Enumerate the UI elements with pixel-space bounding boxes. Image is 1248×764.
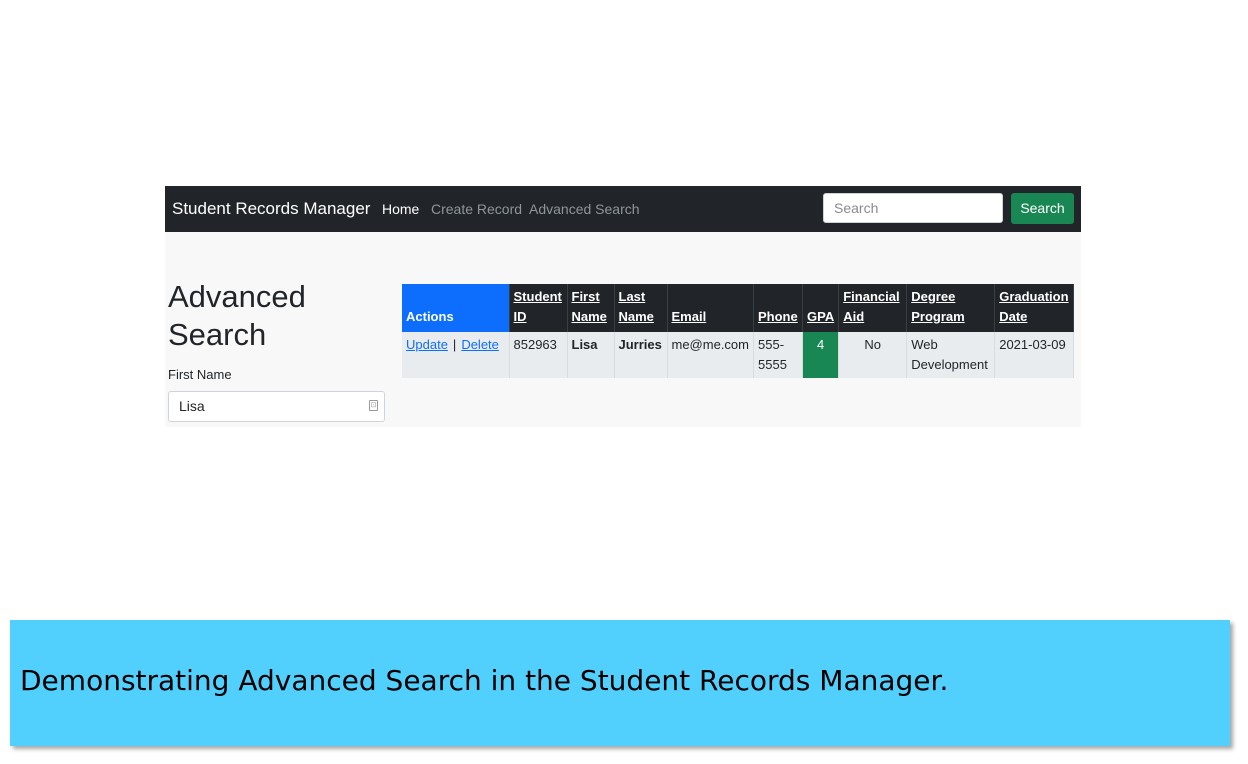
phone-cell: 555- 5555 <box>753 332 803 378</box>
nav-search-input[interactable]: Search <box>823 193 1003 223</box>
caption-banner: Demonstrating Advanced Search in the Stu… <box>10 620 1230 746</box>
navbar: Student Records Manager Home Create Reco… <box>165 186 1081 232</box>
navbar-brand[interactable]: Student Records Manager <box>172 199 370 219</box>
header-degree-program[interactable]: Degree Program <box>906 284 996 332</box>
actions-cell: Update | Delete <box>402 332 510 378</box>
results-table: Actions Student ID First Name Last Name Ema… <box>402 284 1075 378</box>
header-actions: Actions <box>402 284 510 332</box>
header-financial-aid[interactable]: Financial Aid <box>838 284 908 332</box>
table-header-row: Actions Student ID First Name Last Name Ema… <box>402 284 1075 332</box>
last-name-cell: Jurries <box>614 332 668 378</box>
financial-aid-cell: No <box>838 332 908 378</box>
header-graduation-date[interactable]: Graduation Date <box>994 284 1075 332</box>
gpa-cell: 4 <box>802 332 840 378</box>
first-name-label: First Name <box>168 367 232 382</box>
header-gpa[interactable]: GPA <box>802 284 840 332</box>
table-row: Update | Delete 852963 Lisa Jurries me@me.… <box>402 332 1075 378</box>
nav-link-advanced-search[interactable]: Advanced Search <box>529 201 640 217</box>
header-first-name[interactable]: First Name <box>567 284 615 332</box>
student-id-cell: 852963 <box>509 332 568 378</box>
update-link[interactable]: Update <box>406 337 448 352</box>
first-name-cell: Lisa <box>567 332 615 378</box>
caption-text: Demonstrating Advanced Search in the Stu… <box>20 664 949 697</box>
nav-link-create-record[interactable]: Create Record <box>431 201 522 217</box>
delete-link[interactable]: Delete <box>461 337 499 352</box>
first-name-input[interactable]: Lisa ⊡ <box>168 391 385 422</box>
header-phone[interactable]: Phone <box>753 284 803 332</box>
graduation-date-cell: 2021-03-09 <box>994 332 1075 378</box>
nav-search-button[interactable]: Search <box>1011 193 1074 224</box>
first-name-value: Lisa <box>179 398 205 414</box>
app-screenshot: Student Records Manager Home Create Reco… <box>165 186 1081 427</box>
action-separator: | <box>452 337 457 352</box>
header-email[interactable]: Email <box>667 284 754 332</box>
nav-link-home[interactable]: Home <box>382 201 419 217</box>
clear-icon[interactable]: ⊡ <box>369 400 378 411</box>
page-title: Advanced Search <box>168 279 306 352</box>
email-cell: me@me.com <box>667 332 754 378</box>
degree-program-cell: Web Development <box>906 332 996 378</box>
header-last-name[interactable]: Last Name <box>614 284 668 332</box>
header-student-id[interactable]: Student ID <box>509 284 568 332</box>
